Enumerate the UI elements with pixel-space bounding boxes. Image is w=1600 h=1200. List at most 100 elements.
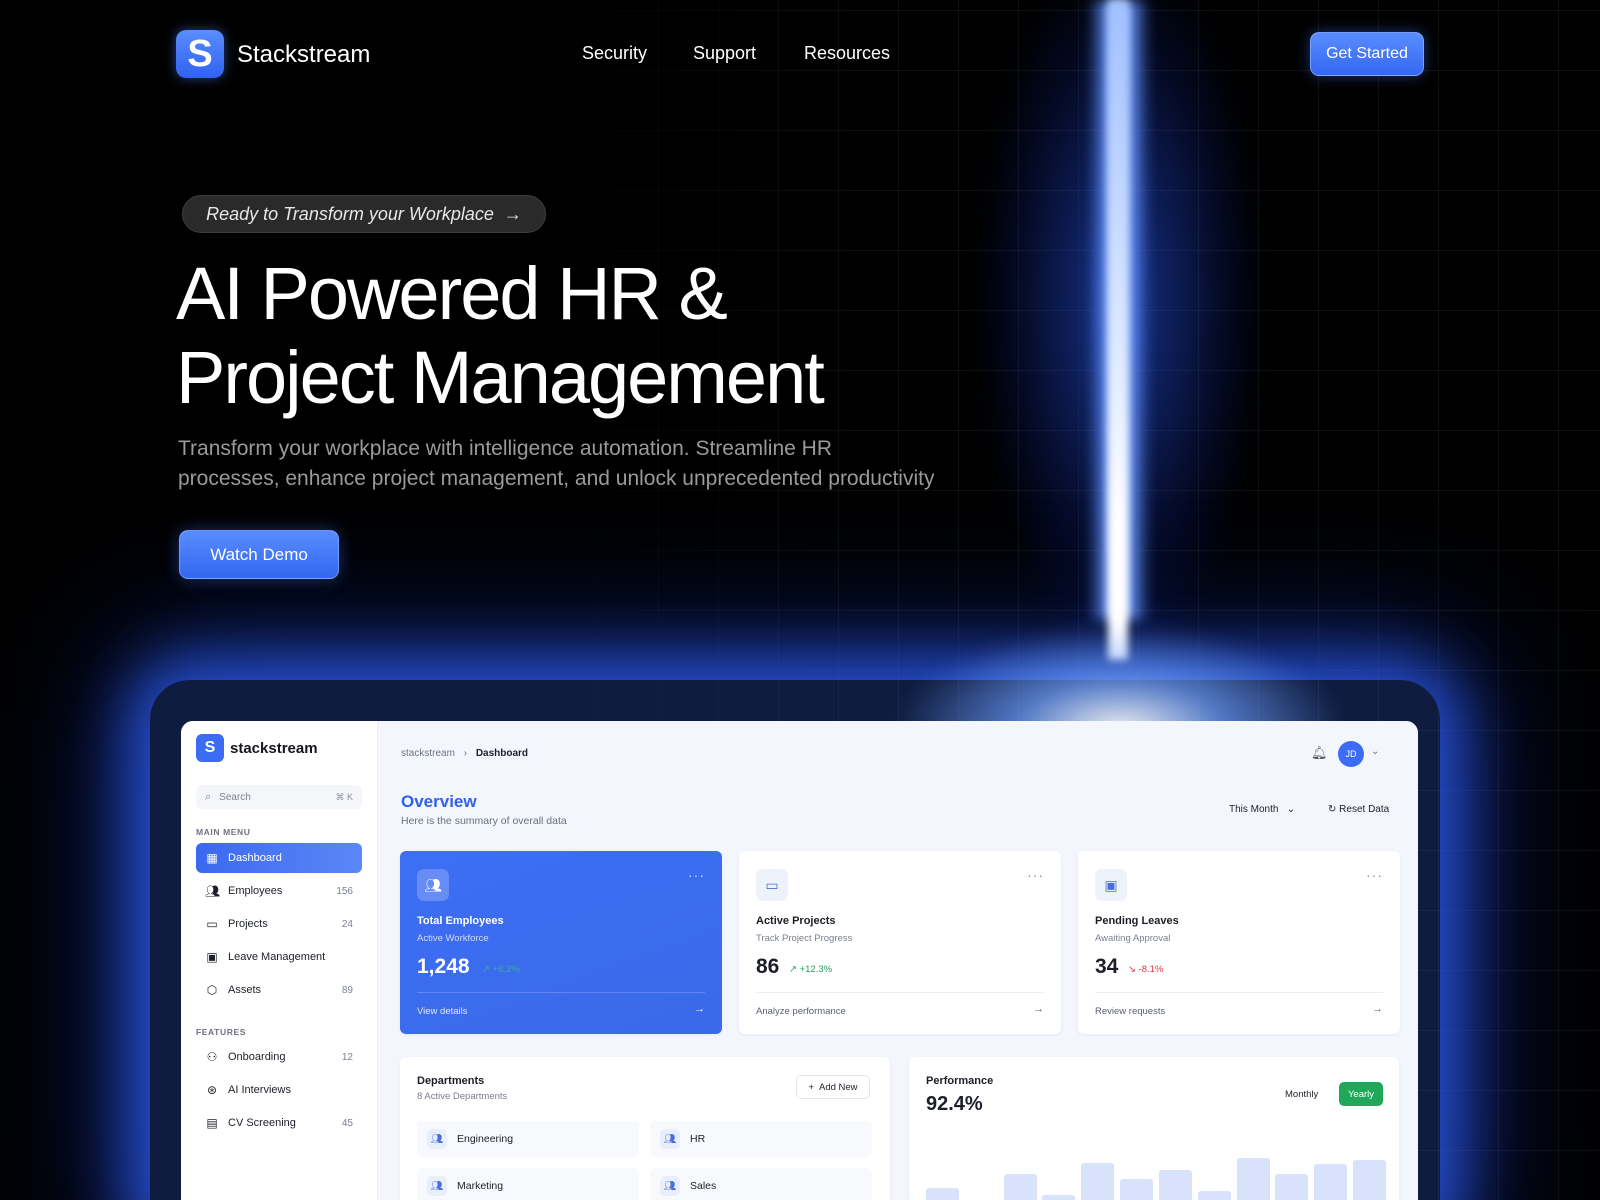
performance-bar xyxy=(1197,1191,1231,1200)
ai-icon: ⊛ xyxy=(206,1083,218,1097)
nav-link-security[interactable]: Security xyxy=(582,43,647,64)
arrow-right-icon[interactable]: → xyxy=(694,1003,705,1015)
stat-title: Total Employees xyxy=(417,915,504,927)
breadcrumb-separator: › xyxy=(463,748,468,759)
users-icon: 👥︎ xyxy=(660,1129,680,1149)
stat-change: ↗ +8.2% xyxy=(482,964,520,975)
add-department-label: Add New xyxy=(819,1081,858,1093)
sidebar-logo-icon[interactable]: S xyxy=(196,734,224,762)
toggle-monthly[interactable]: Monthly xyxy=(1285,1089,1318,1100)
users-icon: 👥︎ xyxy=(660,1176,680,1196)
bell-icon[interactable]: 🔔︎ xyxy=(1311,745,1328,761)
card-title: Performance xyxy=(926,1075,994,1087)
stat-card-total-employees[interactable]: 👥︎ ··· Total Employees Active Workforce … xyxy=(400,851,722,1034)
more-options-icon[interactable]: ··· xyxy=(1366,867,1383,883)
reset-data-button[interactable]: ↻ Reset Data xyxy=(1328,804,1389,815)
sidebar-item-count: 156 xyxy=(336,885,353,897)
box-icon: ⬡ xyxy=(206,983,218,997)
announcement-text: Ready to Transform your Workplace xyxy=(206,203,494,224)
performance-value: 92.4% xyxy=(926,1093,983,1115)
search-icon: ⌕ xyxy=(205,790,212,803)
avatar[interactable]: JD xyxy=(1338,741,1364,767)
calendar-icon: ▣ xyxy=(1095,869,1127,901)
stat-card-pending-leaves[interactable]: ▣ ··· Pending Leaves Awaiting Approval 3… xyxy=(1078,851,1400,1034)
users-icon: 👥︎ xyxy=(427,1176,447,1196)
get-started-button[interactable]: Get Started xyxy=(1310,32,1424,76)
department-item[interactable]: 👥︎ Marketing xyxy=(417,1168,639,1200)
card-subtitle: 8 Active Departments xyxy=(417,1091,508,1102)
hero-title-line-1: AI Powered HR & xyxy=(176,252,728,335)
toggle-yearly[interactable]: Yearly xyxy=(1339,1082,1383,1106)
stat-link[interactable]: View details xyxy=(417,1006,468,1017)
arrow-right-icon[interactable]: → xyxy=(1033,1003,1044,1015)
nav-link-support[interactable]: Support xyxy=(693,43,756,64)
stat-value: 34 xyxy=(1095,955,1119,978)
sidebar-item-dashboard[interactable]: ▦ Dashboard xyxy=(196,843,362,873)
breadcrumb: stackstream › Dashboard xyxy=(401,748,528,759)
performance-bar xyxy=(1003,1174,1037,1200)
sidebar-brand-name: stackstream xyxy=(230,740,318,757)
performance-bar xyxy=(1081,1163,1115,1200)
performance-bar xyxy=(1314,1164,1348,1200)
department-name: HR xyxy=(690,1133,706,1145)
sidebar-item-projects[interactable]: ▭ Projects 24 xyxy=(196,909,362,939)
sidebar-item-assets[interactable]: ⬡ Assets 89 xyxy=(196,975,362,1005)
stat-subtitle: Awaiting Approval xyxy=(1095,933,1171,944)
brand-logo-icon[interactable]: S xyxy=(176,30,224,78)
add-department-button[interactable]: + Add New xyxy=(796,1075,870,1099)
stat-title: Pending Leaves xyxy=(1095,915,1179,927)
main-menu-heading: MAIN MENU xyxy=(196,827,251,837)
department-item[interactable]: 👥︎ HR xyxy=(650,1121,872,1157)
chevron-down-icon[interactable]: ⌄ xyxy=(1371,746,1379,757)
users-icon: 👥︎ xyxy=(417,869,449,901)
calendar-icon: ▣ xyxy=(206,950,218,964)
more-options-icon[interactable]: ··· xyxy=(1027,867,1044,883)
arrow-right-icon[interactable]: → xyxy=(1372,1003,1383,1015)
department-item[interactable]: 👥︎ Sales xyxy=(650,1168,872,1200)
more-options-icon[interactable]: ··· xyxy=(688,867,705,883)
department-name: Engineering xyxy=(457,1133,514,1145)
department-item[interactable]: 👥︎ Engineering xyxy=(417,1121,639,1157)
sidebar-item-onboarding[interactable]: ⚇ Onboarding 12 xyxy=(196,1042,362,1072)
divider xyxy=(756,992,1044,993)
stat-change: ↘ -8.1% xyxy=(1128,964,1164,975)
top-navbar: S Stackstream Security Support Resources… xyxy=(0,0,1600,110)
sidebar-item-employees[interactable]: 👥︎ Employees 156 xyxy=(196,876,362,906)
stat-link[interactable]: Analyze performance xyxy=(756,1006,846,1017)
sidebar-item-label: CV Screening xyxy=(228,1117,296,1129)
user-plus-icon: ⚇ xyxy=(206,1050,218,1064)
performance-bar xyxy=(926,1188,959,1200)
sidebar-item-leave-management[interactable]: ▣ Leave Management xyxy=(196,942,362,972)
dashboard-main: stackstream › Dashboard 🔔︎ JD ⌄ Overview… xyxy=(378,721,1418,1200)
sidebar-item-label: AI Interviews xyxy=(228,1084,291,1096)
sidebar-item-ai-interviews[interactable]: ⊛ AI Interviews xyxy=(196,1075,362,1105)
brand-name[interactable]: Stackstream xyxy=(237,41,370,69)
hero-title-line-2: Project Management xyxy=(176,336,825,419)
stat-subtitle: Track Project Progress xyxy=(756,933,853,944)
period-select[interactable]: This Month ⌄ xyxy=(1229,804,1295,815)
sidebar-item-count: 45 xyxy=(341,1117,353,1129)
chevron-down-icon: ⌄ xyxy=(1281,804,1296,815)
search-input[interactable]: ⌕ Search ⌘ K xyxy=(196,785,362,809)
nav-link-resources[interactable]: Resources xyxy=(804,43,890,64)
watch-demo-button[interactable]: Watch Demo xyxy=(179,530,339,579)
document-icon: ▤ xyxy=(206,1116,218,1130)
hero-subtitle-line-2: processes, enhance project management, a… xyxy=(178,467,935,490)
stat-card-active-projects[interactable]: ▭ ··· Active Projects Track Project Prog… xyxy=(739,851,1061,1034)
announcement-pill[interactable]: Ready to Transform your Workplace → xyxy=(182,195,546,233)
page-title: Overview xyxy=(401,792,477,811)
department-name: Marketing xyxy=(457,1180,504,1192)
performance-bar xyxy=(1120,1179,1154,1200)
stat-value: 1,248 xyxy=(417,955,470,978)
sidebar-item-cv-screening[interactable]: ▤ CV Screening 45 xyxy=(196,1108,362,1138)
divider xyxy=(1095,992,1383,993)
stat-subtitle: Active Workforce xyxy=(417,933,489,944)
departments-card: Departments 8 Active Departments + Add N… xyxy=(400,1057,890,1200)
reset-data-label: Reset Data xyxy=(1339,804,1390,815)
breadcrumb-root[interactable]: stackstream xyxy=(401,748,455,759)
sidebar-item-label: Assets xyxy=(228,984,262,996)
stat-link[interactable]: Review requests xyxy=(1095,1006,1165,1017)
breadcrumb-current: Dashboard xyxy=(475,748,529,759)
divider xyxy=(417,992,705,993)
performance-card: Performance 92.4% Monthly Yearly xyxy=(909,1057,1399,1200)
